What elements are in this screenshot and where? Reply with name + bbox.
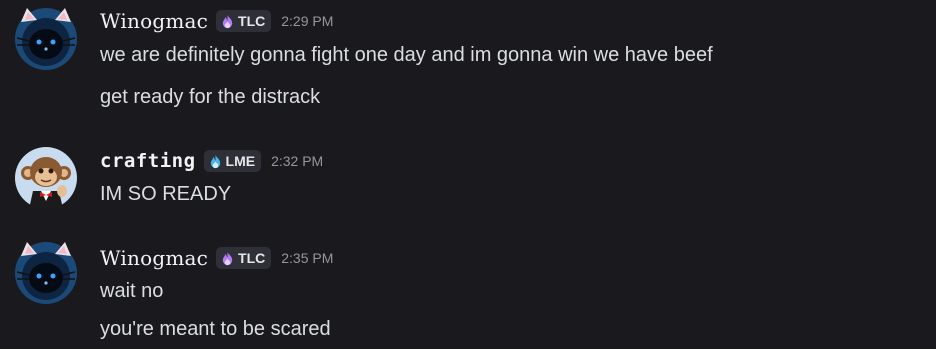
username[interactable]: Winogmac — [100, 245, 208, 271]
username[interactable]: Winogmac — [100, 8, 208, 34]
monkey-avatar-icon[interactable] — [15, 147, 77, 209]
message-line: you're meant to be scared — [100, 318, 331, 340]
guild-tag[interactable]: TLC — [216, 10, 272, 32]
message-header: crafting LME 2:32 PM — [100, 148, 323, 174]
purple-flame-icon — [220, 251, 235, 266]
message-line: IM SO READY — [100, 183, 232, 205]
blue-flame-icon — [208, 154, 223, 169]
message-line: get ready for the distrack — [100, 86, 321, 108]
guild-tag[interactable]: LME — [203, 150, 262, 172]
black-cat-avatar-icon[interactable] — [15, 8, 77, 70]
message-header: Winogmac TLC 2:35 PM — [100, 245, 333, 271]
purple-flame-icon — [220, 14, 235, 29]
guild-tag-label: TLC — [238, 250, 266, 266]
guild-tag-label: TLC — [238, 13, 266, 29]
timestamp[interactable]: 2:29 PM — [281, 13, 333, 29]
username[interactable]: crafting — [100, 148, 196, 174]
timestamp[interactable]: 2:35 PM — [281, 250, 333, 266]
timestamp[interactable]: 2:32 PM — [271, 153, 323, 169]
message-line: we are definitely gonna fight one day an… — [100, 44, 713, 66]
black-cat-avatar-icon[interactable] — [15, 242, 77, 304]
guild-tag[interactable]: TLC — [216, 247, 272, 269]
guild-tag-label: LME — [225, 153, 256, 169]
message-line: wait no — [100, 280, 164, 302]
message-header: Winogmac TLC 2:29 PM — [100, 8, 333, 34]
